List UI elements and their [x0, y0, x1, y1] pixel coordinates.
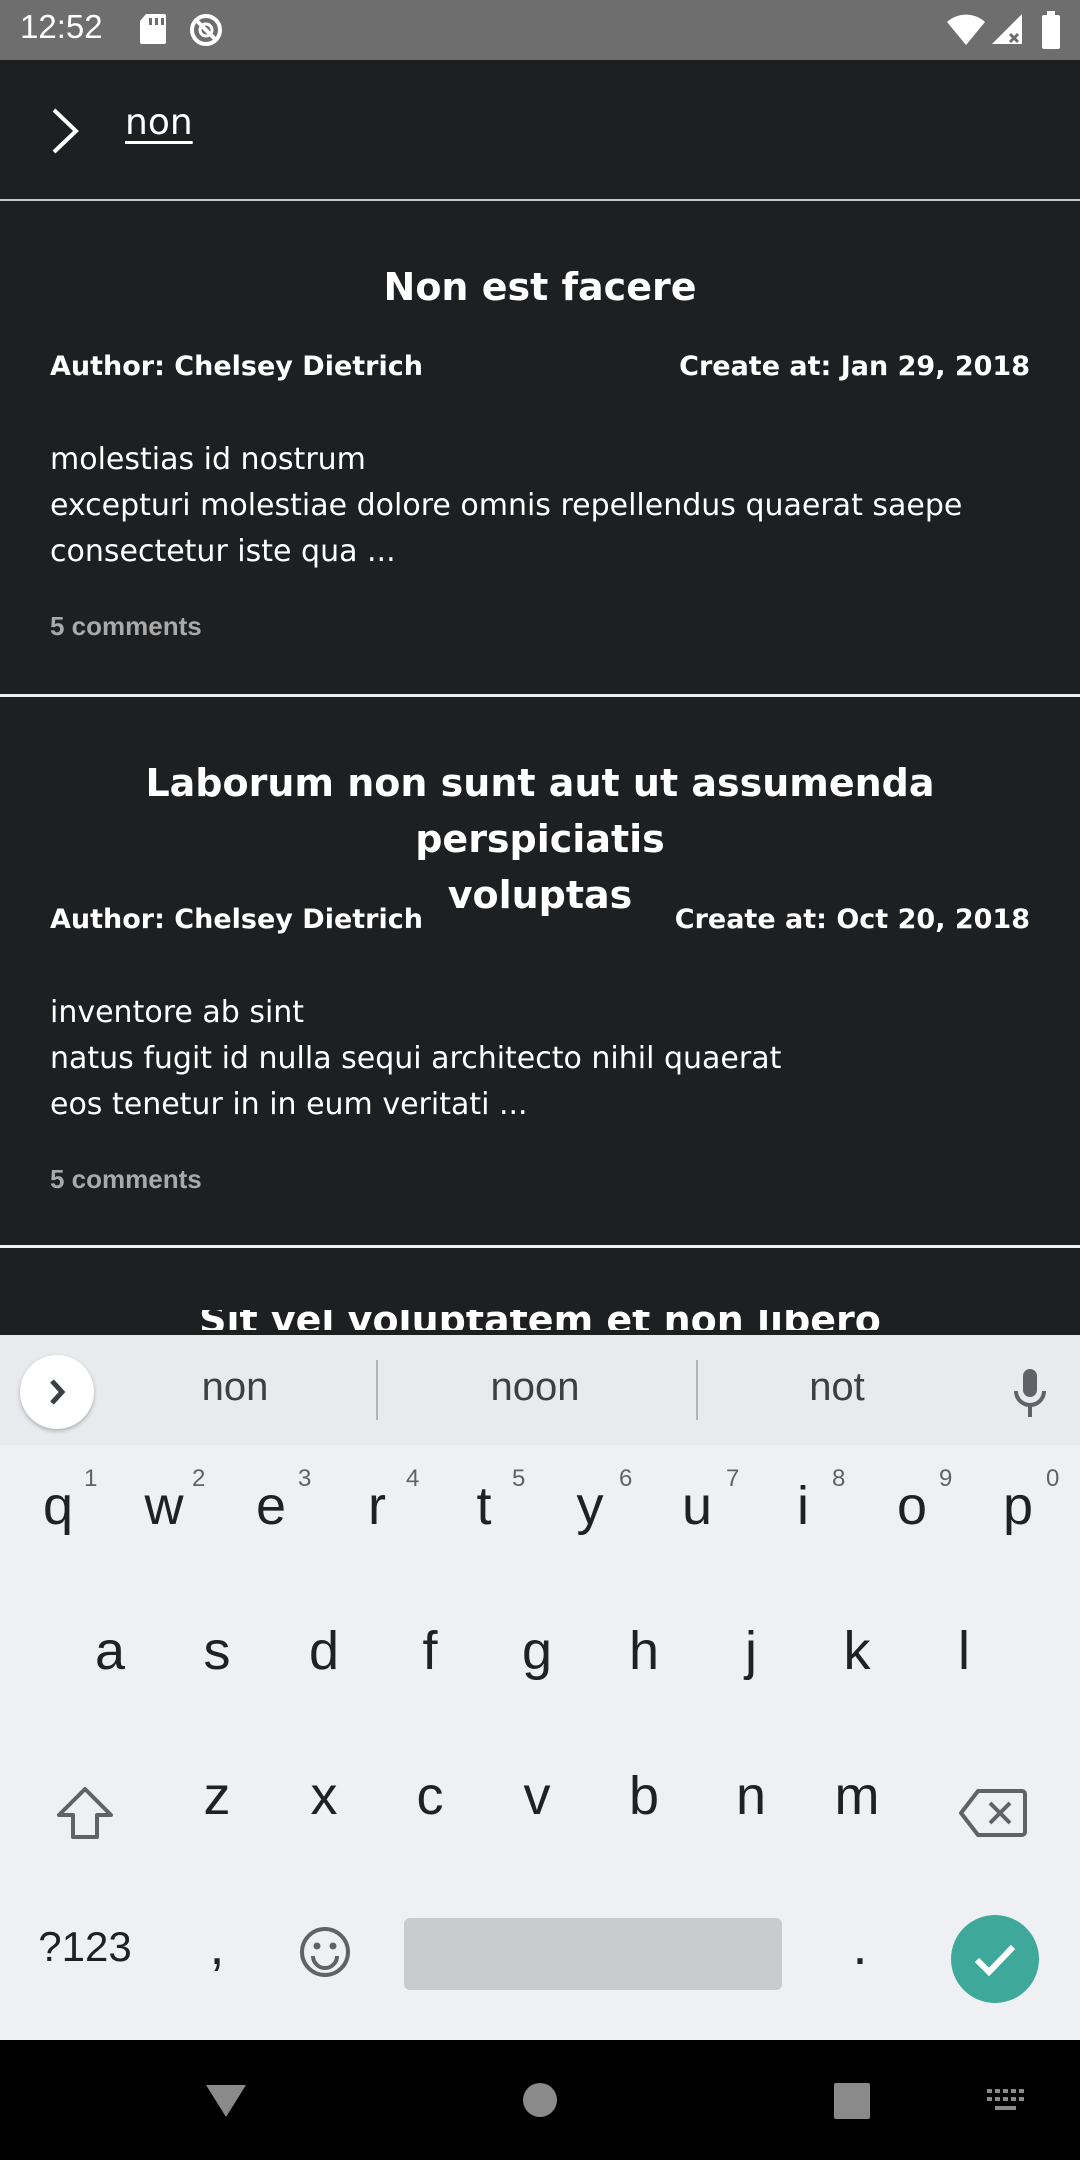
key-hint: 0: [1046, 1465, 1060, 1492]
key-period[interactable]: .: [810, 1915, 910, 1977]
post-excerpt-line: natus fugit id nulla sequi architecto ni…: [50, 1041, 782, 1076]
key-a[interactable]: a: [60, 1620, 160, 1682]
symbols-key[interactable]: ?123: [20, 1923, 150, 1971]
key-d[interactable]: d: [274, 1620, 374, 1682]
battery-icon: [1042, 11, 1060, 49]
suggestion-divider: [376, 1360, 378, 1420]
chevron-right-icon[interactable]: [44, 106, 86, 156]
backspace-icon[interactable]: [958, 1787, 1028, 1839]
suggestion-divider: [696, 1360, 698, 1420]
post-title: Laborum non sunt aut ut assumenda perspi…: [60, 755, 1020, 923]
post-title: Sit vel voluptatem et non libero: [199, 1310, 881, 1330]
post-card[interactable]: Laborum non sunt aut ut assumenda perspi…: [0, 697, 1080, 1248]
key-g[interactable]: g: [487, 1620, 587, 1682]
system-nav-bar: [0, 2040, 1080, 2160]
post-author: Author: Chelsey Dietrich: [50, 904, 423, 935]
key-h[interactable]: h: [594, 1620, 694, 1682]
key-v[interactable]: v: [487, 1765, 587, 1827]
enter-key[interactable]: [951, 1915, 1039, 2003]
key-hint: 3: [298, 1465, 312, 1492]
key-n[interactable]: n: [701, 1765, 801, 1827]
emoji-icon[interactable]: [298, 1925, 352, 1979]
suggestion-strip: non noon not: [0, 1335, 1080, 1445]
post-excerpt-line: excepturi molestiae dolore omnis repelle…: [50, 488, 963, 523]
key-j[interactable]: j: [701, 1620, 801, 1682]
key-s[interactable]: s: [167, 1620, 267, 1682]
signal-icon: [992, 14, 1022, 44]
post-title: Non est facere: [383, 265, 697, 309]
key-comma[interactable]: ,: [167, 1915, 267, 1977]
post-author: Author: Chelsey Dietrich: [50, 351, 423, 382]
chevron-right-icon: [50, 1379, 66, 1405]
expand-suggestions-button[interactable]: [20, 1355, 94, 1429]
key-hint: 1: [84, 1465, 98, 1492]
search-query[interactable]: non: [125, 102, 193, 143]
post-excerpt-line: molestias id nostrum: [50, 442, 366, 477]
post-excerpt-line: inventore ab sint: [50, 995, 305, 1030]
suggestion-item[interactable]: noon: [440, 1365, 630, 1410]
soft-keyboard: non noon not q w e r t y u i o p 1 2 3 4…: [0, 1335, 1080, 2040]
shift-icon[interactable]: [55, 1785, 115, 1841]
key-z[interactable]: z: [167, 1765, 267, 1827]
key-hint: 5: [512, 1465, 526, 1492]
status-bar: 12:52: [0, 0, 1080, 60]
post-title-partial[interactable]: Sit vel voluptatem et non libero: [0, 1310, 1080, 1330]
key-k[interactable]: k: [807, 1620, 907, 1682]
key-hint: 4: [406, 1465, 420, 1492]
triangle-down-icon[interactable]: [204, 2083, 248, 2119]
suggestion-item[interactable]: non: [140, 1365, 330, 1410]
key-hint: 7: [726, 1465, 740, 1492]
key-hint: 6: [619, 1465, 633, 1492]
post-title-line: Laborum non sunt aut ut assumenda perspi…: [145, 761, 935, 861]
post-excerpt: molestias id nostrum excepturi molestiae…: [50, 437, 1030, 575]
post-comments-count[interactable]: 5 comments: [50, 611, 202, 642]
post-excerpt-line: eos tenetur in in eum veritati ...: [50, 1087, 528, 1122]
key-hint: 9: [939, 1465, 953, 1492]
post-excerpt-line: consectetur iste qua ...: [50, 534, 396, 569]
space-key[interactable]: [404, 1918, 782, 1990]
microphone-icon[interactable]: [1010, 1367, 1050, 1419]
key-c[interactable]: c: [380, 1765, 480, 1827]
wifi-icon: [947, 14, 985, 45]
post-card[interactable]: Non est facere Author: Chelsey Dietrich …: [0, 201, 1080, 697]
sd-card-icon: [140, 14, 166, 44]
post-date: Create at: Oct 20, 2018: [674, 904, 1030, 935]
post-comments-count[interactable]: 5 comments: [50, 1164, 202, 1195]
key-l[interactable]: l: [914, 1620, 1014, 1682]
square-icon[interactable]: [834, 2083, 870, 2119]
key-hint: 2: [192, 1465, 206, 1492]
suggestion-item[interactable]: not: [742, 1365, 932, 1410]
post-excerpt: inventore ab sint natus fugit id nulla s…: [50, 990, 1030, 1128]
key-f[interactable]: f: [380, 1620, 480, 1682]
key-b[interactable]: b: [594, 1765, 694, 1827]
keyboard-icon[interactable]: [987, 2089, 1027, 2115]
search-header: non: [0, 60, 1080, 201]
status-time: 12:52: [20, 8, 103, 45]
post-date: Create at: Jan 29, 2018: [679, 351, 1030, 382]
circle-icon[interactable]: [522, 2082, 558, 2118]
key-hint: 8: [832, 1465, 846, 1492]
key-m[interactable]: m: [807, 1765, 907, 1827]
sync-off-icon: [190, 14, 222, 46]
check-icon: [974, 1944, 1016, 1977]
key-x[interactable]: x: [274, 1765, 374, 1827]
key-area: q w e r t y u i o p 1 2 3 4 5 6 7 8 9 0 …: [0, 1445, 1080, 2040]
